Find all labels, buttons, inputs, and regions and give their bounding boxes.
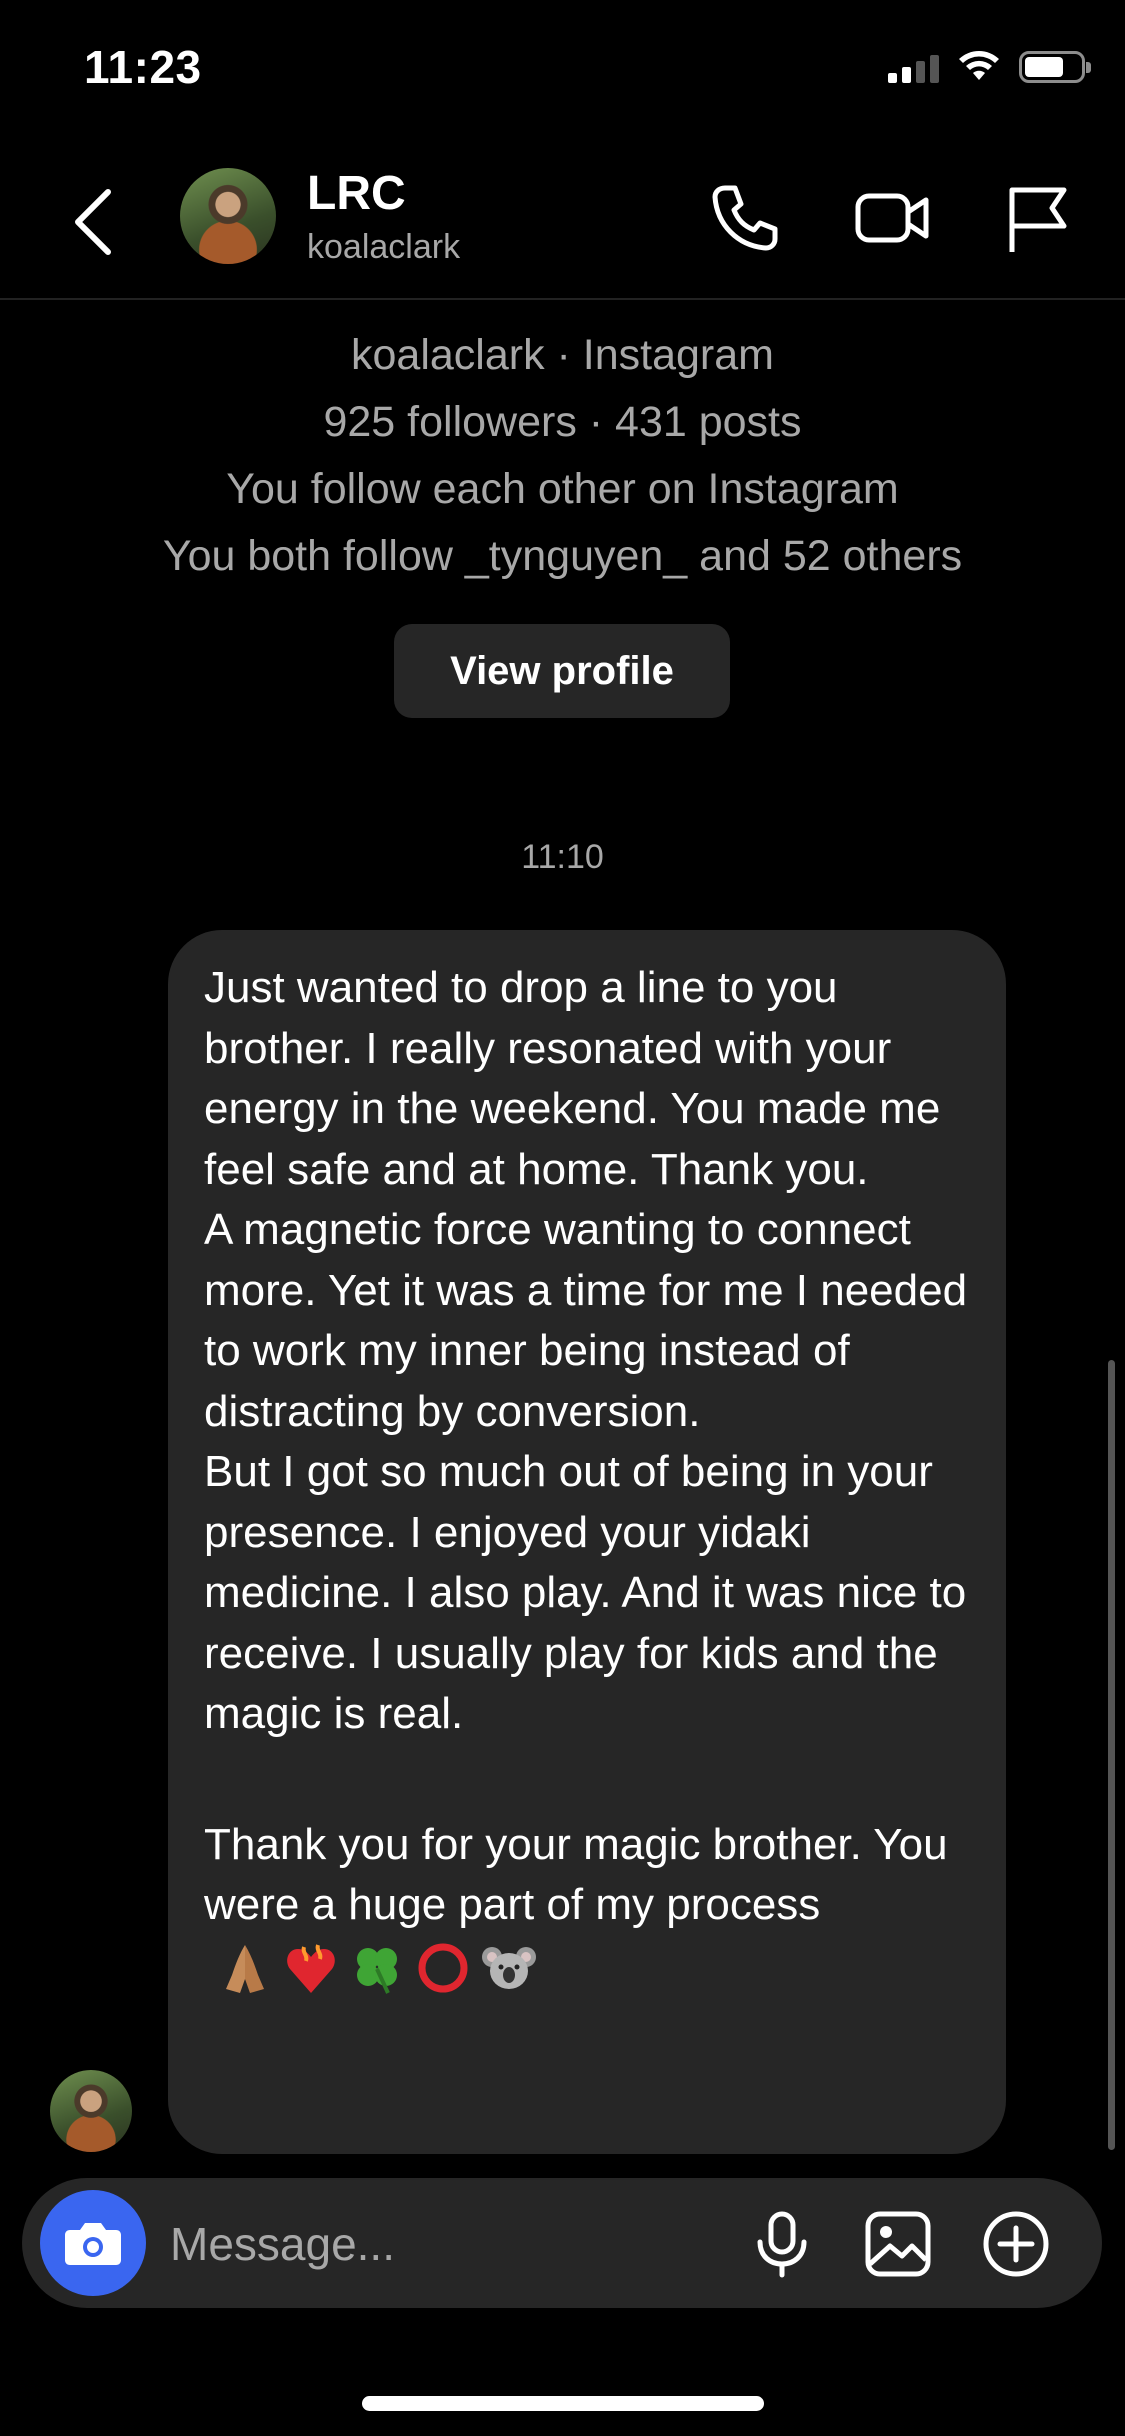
scrollbar[interactable]	[1108, 1360, 1115, 2150]
message-paragraph: But I got so much out of being in your p…	[204, 1447, 967, 1738]
message-composer	[22, 2178, 1102, 2308]
plus-circle-icon[interactable]	[980, 2208, 1052, 2280]
message-text: Thank you for your magic brother. You we…	[204, 1819, 948, 1930]
status-icons	[888, 50, 1091, 84]
profile-mutual-followers: You both follow _tynguyen_ and 52 others	[162, 532, 963, 580]
heart-on-fire-emoji	[287, 1944, 335, 1993]
wifi-icon	[959, 51, 999, 80]
gallery-icon[interactable]	[862, 2208, 934, 2280]
cellular-signal-icon	[888, 51, 939, 83]
video-camera-icon[interactable]	[852, 178, 932, 258]
profile-stats: 925 followers · 431 posts	[323, 398, 802, 446]
status-time: 11:23	[84, 41, 202, 93]
camera-button[interactable]	[40, 2190, 146, 2296]
sender-avatar[interactable]	[50, 2070, 132, 2152]
praying-hands-emoji	[226, 1944, 264, 1993]
emoji-row	[216, 1939, 538, 1997]
profile-summary: koalaclark · Instagram 925 followers · 4…	[0, 322, 1125, 590]
message-paragraph-last: Thank you for your magic brother. You we…	[204, 1815, 970, 1997]
message-paragraph: A magnetic force wanting to connect more…	[204, 1205, 968, 1436]
status-bar: 11:23	[0, 0, 1125, 132]
chat-header: LRC koalaclark	[0, 140, 1125, 300]
contact-avatar[interactable]	[180, 168, 276, 264]
contact-username[interactable]: koalaclark	[307, 228, 460, 267]
red-circle-emoji	[418, 1943, 468, 1993]
camera-icon	[65, 2223, 121, 2265]
four-leaf-clover-emoji	[357, 1947, 397, 1994]
profile-mutual-follow: You follow each other on Instagram	[226, 465, 899, 513]
view-profile-button[interactable]: View profile	[394, 624, 730, 718]
microphone-icon[interactable]	[746, 2208, 818, 2280]
message-bubble[interactable]: Just wanted to drop a line to you brothe…	[168, 930, 1006, 2154]
back-chevron-icon[interactable]	[62, 182, 122, 262]
message-paragraph: Just wanted to drop a line to you brothe…	[204, 963, 941, 1194]
koala-emoji	[482, 1946, 536, 1989]
profile-username-platform: koalaclark · Instagram	[351, 331, 774, 379]
contact-name[interactable]: LRC	[307, 166, 406, 221]
battery-icon	[1019, 51, 1091, 83]
message-input[interactable]	[168, 2208, 732, 2280]
phone-icon[interactable]	[705, 178, 785, 258]
home-indicator	[362, 2396, 764, 2411]
flag-icon[interactable]	[998, 178, 1078, 258]
message-timestamp: 11:10	[521, 838, 604, 876]
